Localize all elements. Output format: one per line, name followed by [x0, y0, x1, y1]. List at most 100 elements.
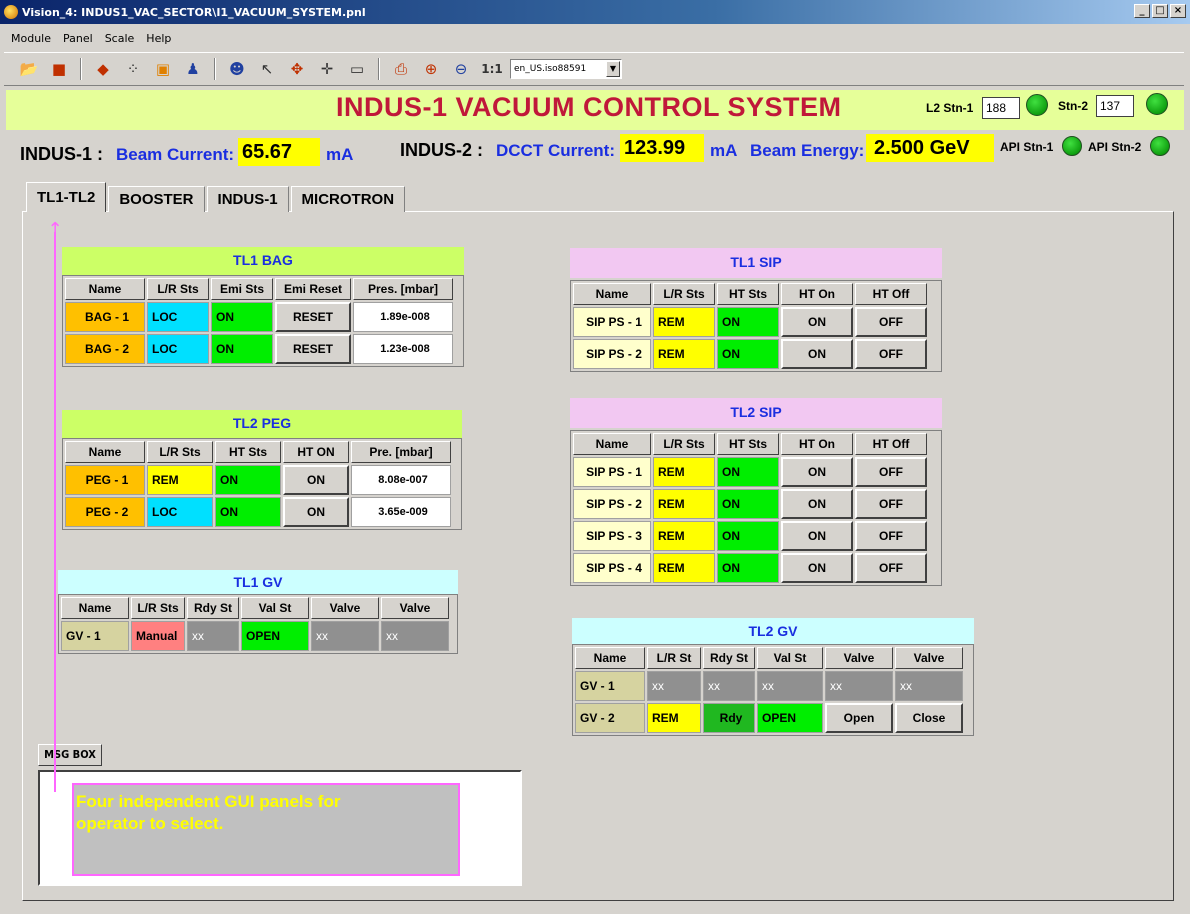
table-row: SIP PS - 1 REM ON ON OFF — [573, 307, 927, 337]
tl2-sip-ps-2-on-button[interactable]: ON — [781, 489, 853, 519]
peg-1-ht-on-button[interactable]: ON — [283, 465, 349, 495]
tl2-gv-1-valve-button-1[interactable]: xx — [825, 671, 893, 701]
move-icon[interactable]: ✛ — [314, 56, 340, 82]
stop-icon[interactable]: ■ — [46, 56, 72, 82]
window-title: Vision_4: INDUS1_VAC_SECTOR\I1_VACUUM_SY… — [22, 5, 366, 19]
col-lr-st: L/R St — [647, 647, 701, 669]
beam-current-unit: mA — [326, 145, 354, 164]
beam-energy-value: 2.500 GeV — [866, 134, 994, 162]
tab-booster[interactable]: BOOSTER — [108, 186, 205, 212]
print-icon[interactable]: ⎙ — [388, 56, 414, 82]
dcct-current-unit: mA — [710, 141, 738, 160]
toolbar-separator — [378, 58, 380, 80]
col-name: Name — [65, 278, 145, 300]
bag-2-name: BAG - 2 — [65, 334, 145, 364]
tl1-sip-ps-1-on-button[interactable]: ON — [781, 307, 853, 337]
open-folder-icon[interactable]: 📂 — [16, 56, 42, 82]
l2-stn1-label: L2 Stn-1 — [926, 101, 974, 115]
col-ht-on: HT On — [781, 433, 853, 455]
pan-icon[interactable]: ✥ — [284, 56, 310, 82]
user-icon[interactable]: ☻ — [224, 56, 250, 82]
gv-1-valve-button-2[interactable]: xx — [381, 621, 449, 651]
menu-panel[interactable]: Panel — [62, 31, 94, 46]
tl2-sip-ps-3-ht-status: ON — [717, 521, 779, 551]
col-name: Name — [573, 283, 651, 305]
col-lr-sts: L/R Sts — [653, 283, 715, 305]
beam-energy-label: Beam Energy: — [750, 141, 865, 160]
tl2-sip-ps-1-on-button[interactable]: ON — [781, 457, 853, 487]
maximize-button[interactable]: □ — [1152, 4, 1168, 18]
col-ht-sts: HT Sts — [717, 433, 779, 455]
edit-panel-icon[interactable]: ▣ — [150, 56, 176, 82]
network-icon[interactable]: ⁘ — [120, 56, 146, 82]
tl2-sip-title: TL2 SIP — [570, 398, 942, 428]
minimize-button[interactable]: _ — [1134, 4, 1150, 18]
tl2-gv-2-open-button[interactable]: Open — [825, 703, 893, 733]
peg-1-ht-status: ON — [215, 465, 281, 495]
col-name: Name — [575, 647, 645, 669]
col-valve-2: Valve — [381, 597, 449, 619]
chevron-down-icon[interactable]: ▼ — [606, 61, 620, 77]
col-val-st: Val St — [241, 597, 309, 619]
locale-select[interactable]: en_US.iso88591 ▼ — [510, 59, 622, 79]
beam-current-label: Beam Current: — [116, 145, 235, 164]
tl1-gv-title: TL1 GV — [58, 570, 458, 594]
zoom-in-icon[interactable]: ⊕ — [418, 56, 444, 82]
zoom-out-icon[interactable]: ⊖ — [448, 56, 474, 82]
stn2-value: 137 — [1096, 95, 1134, 117]
col-ht-on: HT On — [781, 283, 853, 305]
menu-scale[interactable]: Scale — [104, 31, 136, 46]
col-ht-off: HT Off — [855, 283, 927, 305]
tl2-gv-1-name: GV - 1 — [575, 671, 645, 701]
col-ht-on: HT ON — [283, 441, 349, 463]
tl1-sip-grid: Name L/R Sts HT Sts HT On HT Off SIP PS … — [570, 280, 942, 372]
peg-2-ht-on-button[interactable]: ON — [283, 497, 349, 527]
menu-module[interactable]: Module — [10, 31, 52, 46]
tl2-gv-1-valve-button-2[interactable]: xx — [895, 671, 963, 701]
tab-microtron[interactable]: MICROTRON — [290, 186, 406, 212]
tl2-peg-title: TL2 PEG — [62, 410, 462, 438]
annotation-text-line-2: operator to select. — [76, 814, 224, 833]
close-button[interactable]: × — [1170, 4, 1186, 18]
tl1-sip-ps-1-off-button[interactable]: OFF — [855, 307, 927, 337]
peg-2-ht-status: ON — [215, 497, 281, 527]
pointer-icon[interactable]: ↖ — [254, 56, 280, 82]
col-lr-sts: L/R Sts — [653, 433, 715, 455]
col-rdy-st: Rdy St — [187, 597, 239, 619]
tl2-sip-ps-4-off-button[interactable]: OFF — [855, 553, 927, 583]
col-pressure: Pre. [mbar] — [351, 441, 451, 463]
table-row: SIP PS - 2 REM ON ON OFF — [573, 489, 927, 519]
module-icon[interactable]: ◆ — [90, 56, 116, 82]
api-stn1-status-led — [1062, 136, 1082, 156]
tab-tl1-tl2[interactable]: TL1-TL2 — [26, 182, 107, 212]
tl2-sip-ps-4-lr-status: REM — [653, 553, 715, 583]
tl1-sip-ps-2-on-button[interactable]: ON — [781, 339, 853, 369]
annotation-text-line-1: Four independent GUI panels for — [76, 792, 341, 811]
tab-indus-1[interactable]: INDUS-1 — [206, 186, 289, 212]
scale-1-1-button[interactable]: 1:1 — [478, 56, 506, 82]
col-name: Name — [61, 597, 129, 619]
menu-bar: Module Panel Scale Help — [0, 28, 1190, 48]
dcct-current-label: DCCT Current: — [496, 141, 615, 160]
menu-help[interactable]: Help — [145, 31, 172, 46]
api-stn2-label: API Stn-2 — [1088, 140, 1142, 154]
tl1-sip-ps-2-off-button[interactable]: OFF — [855, 339, 927, 369]
tl2-sip-ps-4-on-button[interactable]: ON — [781, 553, 853, 583]
annotation-arrow-line — [54, 232, 56, 792]
tl2-sip-ps-1-off-button[interactable]: OFF — [855, 457, 927, 487]
toolbar-separator — [214, 58, 216, 80]
tl2-gv-2-ready-status: Rdy — [703, 703, 755, 733]
tl2-sip-ps-3-on-button[interactable]: ON — [781, 521, 853, 551]
bag-1-pressure: 1.89e-008 — [353, 302, 453, 332]
tl1-sip-ps-2-lr-status: REM — [653, 339, 715, 369]
api-stn1-label: API Stn-1 — [1000, 140, 1054, 154]
bag-2-reset-button[interactable]: RESET — [275, 334, 351, 364]
bag-1-reset-button[interactable]: RESET — [275, 302, 351, 332]
select-rect-icon[interactable]: ▭ — [344, 56, 370, 82]
indus1-label: INDUS-1 : — [20, 144, 104, 164]
users-icon[interactable]: ♟ — [180, 56, 206, 82]
tl2-sip-ps-3-off-button[interactable]: OFF — [855, 521, 927, 551]
tl2-sip-ps-2-off-button[interactable]: OFF — [855, 489, 927, 519]
gv-1-valve-button-1[interactable]: xx — [311, 621, 379, 651]
tl2-gv-2-close-button[interactable]: Close — [895, 703, 963, 733]
